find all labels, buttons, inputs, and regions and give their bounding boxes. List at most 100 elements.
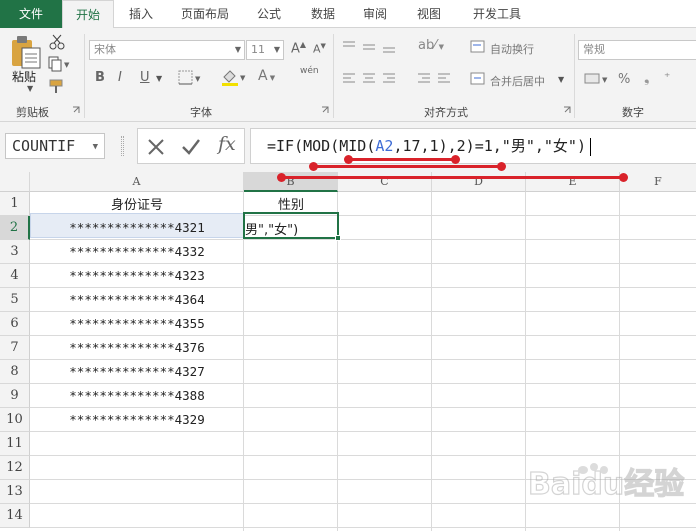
column-header-e[interactable]: E — [526, 172, 620, 192]
row-header-4[interactable]: 4 — [0, 264, 30, 288]
column-header-c[interactable]: C — [338, 172, 432, 192]
row-header-9[interactable]: 9 — [0, 384, 30, 408]
percent-button[interactable]: % — [618, 72, 630, 87]
gridline-row — [30, 239, 696, 240]
select-all-corner[interactable] — [0, 172, 30, 192]
name-box-value: COUNTIF — [12, 137, 76, 155]
cell-a4[interactable]: **************4323 — [30, 268, 244, 283]
gridline-row — [30, 335, 696, 336]
row-header-6[interactable]: 6 — [0, 312, 30, 336]
paste-icon[interactable] — [10, 34, 44, 70]
row-header-7[interactable]: 7 — [0, 336, 30, 360]
underline-dropdown-icon[interactable]: ▼ — [156, 74, 162, 83]
fill-color-icon[interactable]: ▼ — [220, 68, 248, 86]
row-header-14[interactable]: 14 — [0, 504, 30, 528]
insert-function-button[interactable]: fx — [218, 133, 236, 155]
paste-button[interactable]: 粘贴 — [12, 68, 36, 85]
wrap-text-button[interactable]: 自动换行 — [490, 41, 534, 57]
tab-file[interactable]: 文件 — [0, 0, 62, 28]
paste-dropdown-icon[interactable]: ▼ — [27, 84, 33, 93]
row-header-10[interactable]: 10 — [0, 408, 30, 432]
decrease-font-icon[interactable]: A▼ — [313, 42, 326, 56]
ribbon-separator — [333, 34, 334, 118]
italic-button[interactable]: I — [118, 70, 122, 85]
cell-a6[interactable]: **************4355 — [30, 316, 244, 331]
formula-buttons: fx — [137, 128, 245, 164]
column-header-b[interactable]: B — [244, 172, 338, 192]
cell-b1[interactable]: 性别 — [244, 194, 338, 213]
gridline-col — [243, 192, 244, 531]
row-header-2[interactable]: 2 — [0, 216, 30, 240]
cell-a10[interactable]: **************4329 — [30, 412, 244, 427]
cell-a8[interactable]: **************4327 — [30, 364, 244, 379]
horizontal-align-icons[interactable] — [341, 72, 401, 86]
merge-center-button[interactable]: 合并后居中 — [490, 73, 545, 89]
increase-decimal-icon[interactable]: ⁺ — [664, 70, 670, 84]
cell-a3[interactable]: **************4332 — [30, 244, 244, 259]
row-header-12[interactable]: 12 — [0, 456, 30, 480]
annotation-underline-if — [282, 176, 624, 179]
column-header-f[interactable]: F — [620, 172, 696, 192]
cancel-icon[interactable] — [147, 138, 165, 156]
alignment-launcher-icon[interactable] — [563, 106, 571, 114]
row-header-11[interactable]: 11 — [0, 432, 30, 456]
tab-data[interactable]: 数据 — [300, 0, 346, 28]
enter-check-icon[interactable] — [181, 138, 201, 156]
gridline-row — [30, 527, 696, 528]
borders-icon[interactable]: ▼ — [178, 70, 202, 86]
cell-a1[interactable]: 身份证号 — [30, 194, 244, 213]
wrap-text-icon[interactable] — [470, 40, 486, 54]
merge-center-icon[interactable] — [470, 72, 486, 86]
row-header-1[interactable]: 1 — [0, 192, 30, 216]
underline-button[interactable]: U — [140, 70, 150, 85]
tab-home[interactable]: 开始 — [62, 0, 114, 29]
vertical-align-icons[interactable] — [341, 40, 401, 54]
clipboard-launcher-icon[interactable] — [72, 106, 80, 114]
cell-a9[interactable]: **************4388 — [30, 388, 244, 403]
phonetic-button[interactable]: wén — [300, 66, 319, 76]
comma-style-icon[interactable]: ❟ — [644, 70, 650, 86]
cell-a2[interactable]: **************4321 — [30, 220, 244, 235]
font-color-icon[interactable]: A ▼ — [258, 68, 275, 84]
cell-a7[interactable]: **************4376 — [30, 340, 244, 355]
orientation-icon[interactable]: ab⁄ ▼ — [418, 38, 444, 53]
ribbon-tab-bar: 文件 开始 插入 页面布局 公式 数据 审阅 视图 开发工具 — [0, 0, 696, 29]
font-name-select[interactable]: 宋体 ▼ — [89, 40, 245, 60]
annotation-underline-mid — [348, 158, 456, 161]
bold-button[interactable]: B — [95, 70, 105, 85]
column-header-a[interactable]: A — [30, 172, 244, 192]
formula-input[interactable]: =IF(MOD(MID(A2,17,1),2)=1,"男","女") — [250, 128, 696, 164]
row-header-5[interactable]: 5 — [0, 288, 30, 312]
formula-part-tail: ,2)=1,"男","女") — [447, 137, 586, 155]
font-size-select[interactable]: 11 ▼ — [246, 40, 284, 60]
tab-page-layout[interactable]: 页面布局 — [168, 0, 242, 28]
formula-part-mid: MID( — [339, 137, 376, 155]
tab-view[interactable]: 视图 — [406, 0, 452, 28]
fill-handle[interactable] — [335, 235, 341, 241]
tab-insert[interactable]: 插入 — [118, 0, 164, 28]
tab-developer[interactable]: 开发工具 — [462, 0, 532, 28]
tab-review[interactable]: 审阅 — [352, 0, 398, 28]
copy-icon[interactable]: ▼ — [48, 56, 72, 72]
number-format-select[interactable]: 常规 — [578, 40, 696, 60]
ribbon-home: 粘贴 ▼ ▼ 剪贴板 宋体 ▼ 11 ▼ A▲ A▼ B I U ▼ ▼ ▼ A ▼… — [0, 28, 696, 122]
merge-dropdown-icon[interactable]: ▼ — [558, 75, 564, 84]
formula-bar-grip[interactable] — [121, 136, 124, 156]
name-box[interactable]: COUNTIF ▼ — [5, 133, 105, 159]
increase-font-icon[interactable]: A▲ — [291, 40, 306, 56]
annotation-dot — [497, 162, 506, 171]
text-cursor — [590, 137, 591, 156]
row-header-8[interactable]: 8 — [0, 360, 30, 384]
cell-a5[interactable]: **************4364 — [30, 292, 244, 307]
font-launcher-icon[interactable] — [321, 106, 329, 114]
row-header-13[interactable]: 13 — [0, 480, 30, 504]
formula-part-args: ,17,1) — [393, 137, 448, 155]
number-format-value: 常规 — [583, 43, 605, 56]
format-painter-icon[interactable] — [48, 78, 66, 94]
currency-icon[interactable]: ▼ — [584, 72, 610, 86]
row-header-3[interactable]: 3 — [0, 240, 30, 264]
cut-icon[interactable] — [48, 34, 66, 50]
column-header-d[interactable]: D — [432, 172, 526, 192]
indent-icons[interactable] — [414, 72, 454, 86]
tab-formulas[interactable]: 公式 — [246, 0, 292, 28]
